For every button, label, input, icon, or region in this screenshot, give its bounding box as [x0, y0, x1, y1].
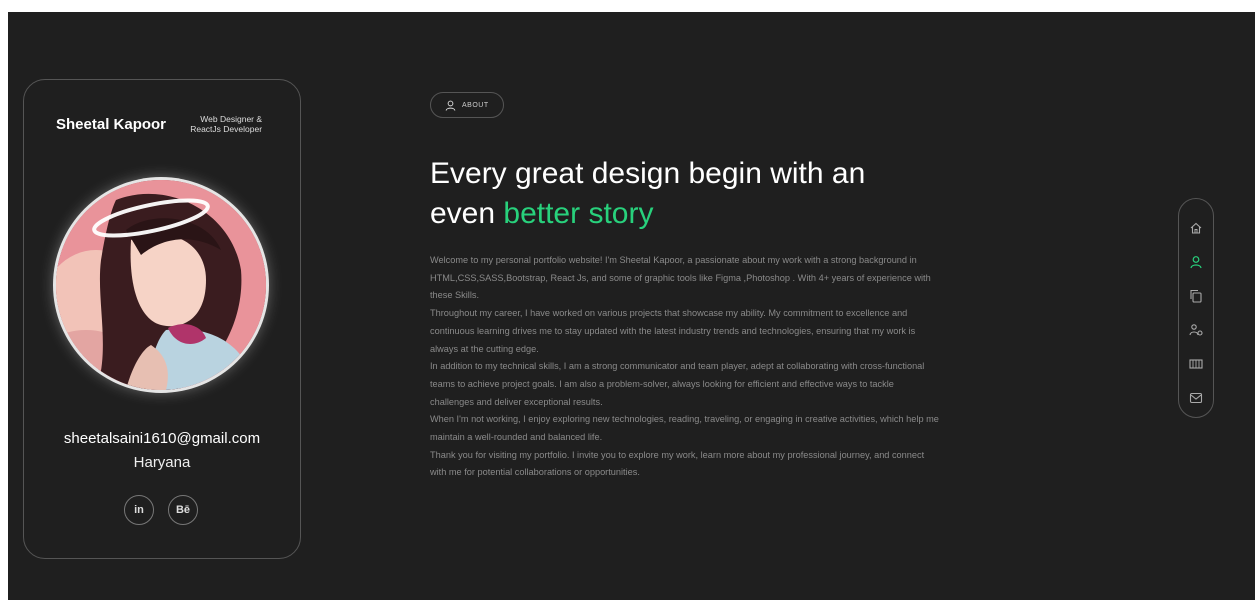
user-icon: [445, 100, 456, 111]
social-links: in Bē: [124, 495, 198, 525]
avatar: [56, 180, 266, 390]
page-title: Every great design begin with an even be…: [430, 154, 990, 234]
linkedin-icon: in: [134, 504, 144, 516]
profile-location: Haryana: [133, 454, 191, 471]
headline-line1: Every great design begin with an: [430, 157, 866, 190]
skills-icon[interactable]: [1189, 323, 1203, 337]
profile-role-line1: Web Designer &: [200, 114, 263, 124]
side-nav: [1178, 198, 1214, 418]
bio-paragraph: Thank you for visiting my portfolio. I i…: [430, 449, 925, 478]
bio-paragraph: Welcome to my personal portfolio website…: [430, 255, 931, 301]
copy-icon[interactable]: [1189, 289, 1203, 303]
profile-role-line2: ReactJs Developer: [190, 124, 263, 134]
profile-name: Sheetal Kapoor: [56, 115, 167, 133]
about-chip: ABOUT: [430, 92, 504, 118]
profile-header: Sheetal Kapoor Web Designer & ReactJs De…: [56, 114, 262, 134]
avatar-illustration: [56, 180, 266, 390]
about-chip-label: ABOUT: [462, 101, 489, 109]
headline-plain: even: [430, 197, 504, 230]
profile-role: Web Designer & ReactJs Developer: [178, 114, 262, 134]
behance-icon: Bē: [175, 504, 191, 516]
home-icon[interactable]: [1189, 221, 1203, 235]
bio-text: Welcome to my personal portfolio website…: [430, 252, 940, 482]
behance-button[interactable]: Bē: [168, 495, 198, 525]
page-background: Sheetal Kapoor Web Designer & ReactJs De…: [8, 12, 1255, 600]
bio-paragraph: In addition to my technical skills, I am…: [430, 361, 925, 407]
profile-email[interactable]: sheetalsaini1610@gmail.com: [24, 430, 300, 447]
mail-icon[interactable]: [1189, 391, 1203, 405]
bio-paragraph: Throughout my career, I have worked on v…: [430, 308, 916, 354]
bio-paragraph: When I'm not working, I enjoy exploring …: [430, 414, 939, 443]
headline-line2: even better story: [430, 194, 990, 234]
linkedin-button[interactable]: in: [124, 495, 154, 525]
headline-accent: better story: [503, 197, 654, 230]
profile-card: Sheetal Kapoor Web Designer & ReactJs De…: [23, 79, 301, 559]
user-icon[interactable]: [1189, 255, 1203, 269]
portfolio-icon[interactable]: [1189, 357, 1203, 371]
